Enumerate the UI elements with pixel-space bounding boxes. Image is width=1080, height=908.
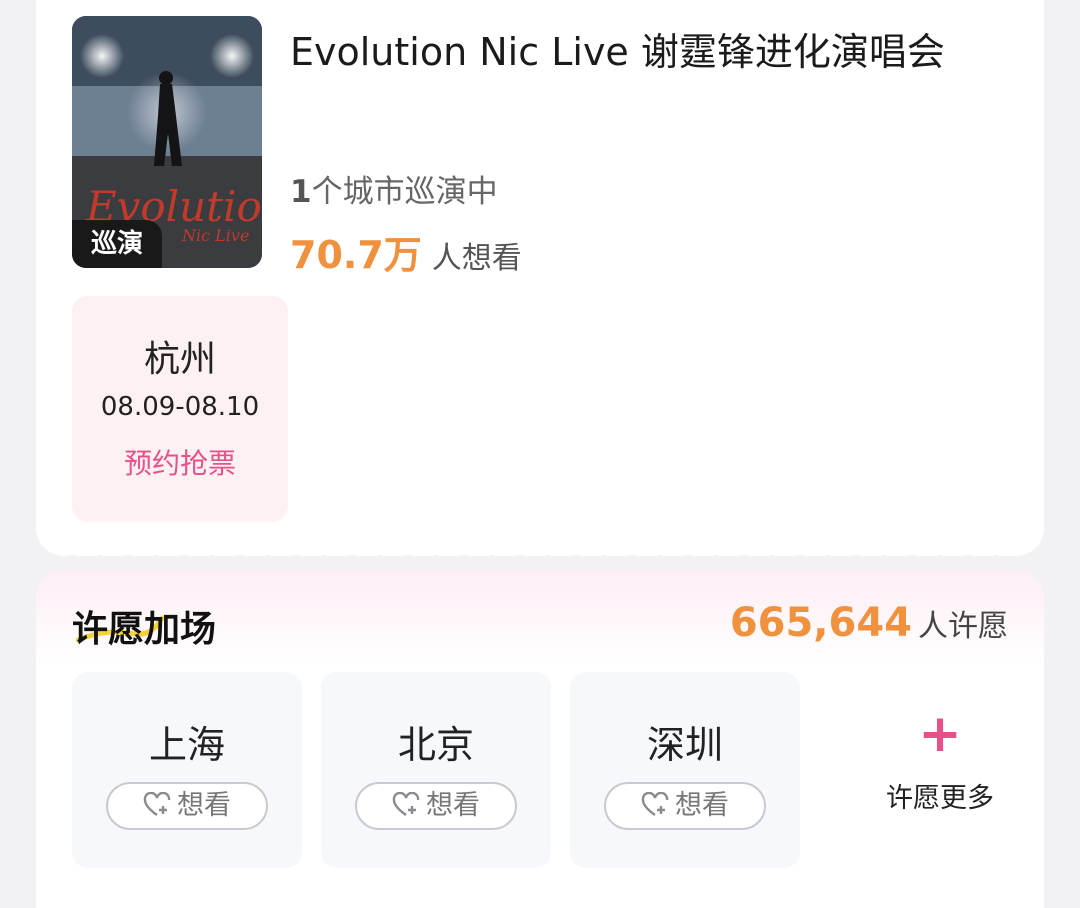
event-poster[interactable]: Evolution Nic Live 巡演 bbox=[72, 16, 262, 268]
tour-badge: 巡演 bbox=[72, 220, 162, 268]
wish-city-name: 深圳 bbox=[646, 723, 723, 767]
wish-count-label: 人许愿 bbox=[918, 609, 1008, 644]
want-label: 人想看 bbox=[431, 241, 522, 276]
event-title[interactable]: Evolution Nic Live 谢霆锋进化演唱会 bbox=[290, 22, 990, 82]
session-city: 杭州 bbox=[143, 339, 216, 380]
want-info: 70.7万 人想看 bbox=[290, 224, 522, 279]
want-count: 70.7万 bbox=[290, 233, 422, 277]
reserve-ticket-link[interactable]: 预约抢票 bbox=[72, 442, 288, 482]
session-card-hangzhou[interactable]: 杭州 08.09-08.10 预约抢票 bbox=[72, 296, 288, 522]
wish-count: 665,644 bbox=[729, 600, 912, 646]
want-button-label: 想看 bbox=[675, 790, 729, 821]
wish-city-card-shanghai: 上海 想看 bbox=[72, 672, 302, 868]
wish-section-title: 许愿加场 bbox=[72, 609, 217, 650]
session-dates: 08.09-08.10 bbox=[100, 392, 260, 422]
want-button-shanghai[interactable]: 想看 bbox=[106, 782, 268, 830]
wish-more-button[interactable]: + 许愿更多 bbox=[836, 672, 1044, 868]
wish-more-label: 许愿更多 bbox=[886, 783, 994, 814]
want-button-shenzhen[interactable]: 想看 bbox=[604, 782, 766, 830]
want-button-label: 想看 bbox=[426, 790, 480, 821]
wish-count-info: 665,644 人许愿 bbox=[730, 600, 1008, 646]
cities-suffix: 个城市巡演中 bbox=[311, 174, 498, 210]
ticket-perforation bbox=[36, 553, 1044, 567]
cities-count: 1 bbox=[290, 174, 312, 210]
heart-plus-icon bbox=[143, 791, 171, 816]
want-button-beijing[interactable]: 想看 bbox=[355, 782, 517, 830]
wish-city-name: 上海 bbox=[148, 723, 225, 767]
poster-sub-text: Nic Live bbox=[181, 226, 249, 245]
heart-plus-icon bbox=[641, 791, 669, 816]
want-button-label: 想看 bbox=[177, 790, 231, 821]
tour-cities-info: 1个城市巡演中 bbox=[290, 166, 498, 211]
heart-plus-icon bbox=[392, 791, 420, 816]
wish-city-card-beijing: 北京 想看 bbox=[321, 672, 551, 868]
plus-icon: + bbox=[918, 704, 962, 764]
wish-city-name: 北京 bbox=[397, 723, 474, 767]
wish-city-card-shenzhen: 深圳 想看 bbox=[570, 672, 800, 868]
